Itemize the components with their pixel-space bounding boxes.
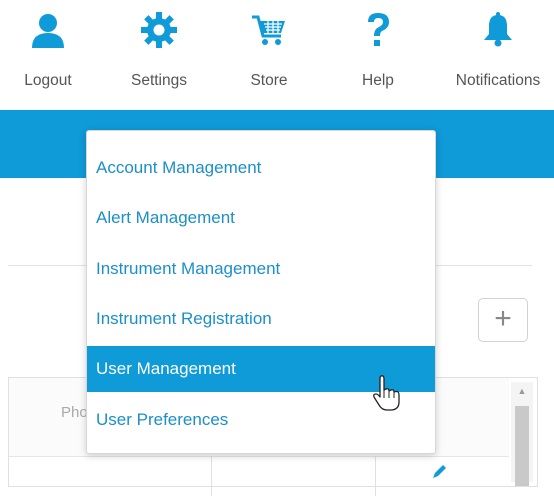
- user-icon: [32, 14, 64, 48]
- nav-notifications[interactable]: Notifications: [443, 0, 553, 110]
- menu-item-alert-management[interactable]: Alert Management: [87, 195, 435, 241]
- nav-notifications-label: Notifications: [455, 72, 541, 89]
- hand-pointer-cursor-icon: [373, 375, 400, 411]
- edit-icon[interactable]: [431, 464, 447, 480]
- cart-icon: [252, 15, 285, 45]
- column-divider: [211, 456, 212, 496]
- nav-store-label: Store: [250, 72, 288, 89]
- add-button[interactable]: +: [478, 298, 528, 342]
- menu-item-account-management[interactable]: Account Management: [87, 145, 435, 191]
- menu-item-instrument-management[interactable]: Instrument Management: [87, 246, 435, 292]
- nav-logout-label: Logout: [24, 72, 72, 89]
- vertical-scrollbar[interactable]: ▲: [511, 382, 533, 486]
- nav-help[interactable]: Help: [330, 0, 426, 110]
- nav-help-label: Help: [362, 72, 394, 89]
- nav-logout[interactable]: Logout: [0, 0, 96, 110]
- gear-icon: [141, 12, 177, 48]
- scroll-thumb[interactable]: [515, 406, 529, 486]
- scroll-up-arrow-icon[interactable]: ▲: [511, 386, 533, 396]
- top-navigation: Logout Settings Store Help Notifications: [0, 0, 554, 110]
- nav-settings[interactable]: Settings: [111, 0, 207, 110]
- nav-settings-label: Settings: [130, 72, 187, 89]
- question-icon: [368, 13, 389, 46]
- bell-icon: [484, 12, 512, 47]
- nav-store[interactable]: Store: [221, 0, 317, 110]
- menu-item-instrument-registration[interactable]: Instrument Registration: [87, 296, 435, 342]
- column-divider: [375, 456, 376, 496]
